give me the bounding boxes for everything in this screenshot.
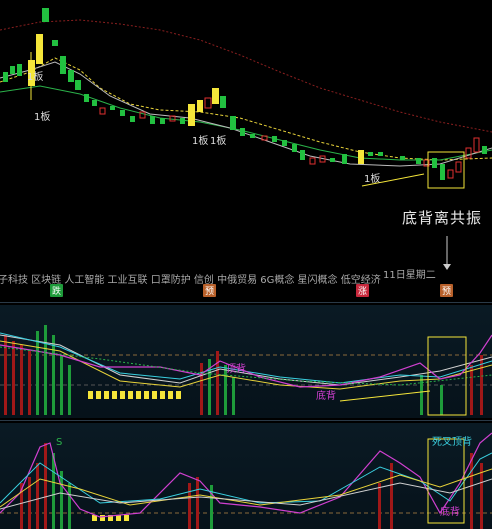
candles <box>3 8 487 180</box>
board-label: 1板 <box>27 72 44 83</box>
highlight-box-ind1 <box>427 336 467 416</box>
main-chart-panel[interactable]: 1板 1板 1板 1板 1板 底背离共振 子科技 区块链 人工智能 工业互联 口… <box>0 0 492 300</box>
down-arrow-head <box>443 264 451 270</box>
bottom-divergence-label: 底背 <box>316 391 336 402</box>
board-label: 1板 <box>34 112 51 123</box>
signal-s-label: S <box>56 437 63 448</box>
yellow-signal-bars <box>88 391 181 399</box>
signal-badge: 涨 <box>356 284 370 297</box>
indicator-2-chart <box>0 432 492 529</box>
ma-green-line <box>0 85 492 161</box>
signal-badge: 跌 <box>50 284 64 297</box>
signal-badge: 预 <box>203 284 217 297</box>
date-label: 11日星期二 <box>383 270 436 281</box>
board-label: 1板 <box>210 136 227 147</box>
top-divergence-label: 顶背 <box>226 364 246 375</box>
board-label: 1板 <box>192 136 209 147</box>
board-label: 1板 <box>364 174 381 185</box>
candlestick-chart[interactable] <box>0 0 492 300</box>
annotation-text: 底背离共振 <box>402 209 483 227</box>
indicator-1-chart <box>0 325 492 416</box>
panel-divider <box>0 420 492 421</box>
death-cross-top-label: 死叉顶背 <box>432 437 472 448</box>
signal-badge: 预 <box>440 284 454 297</box>
bottom-divergence-label-2: 底背 <box>440 507 460 518</box>
highlight-box-main <box>427 151 465 189</box>
indicator-panel-1[interactable]: 顶背 底背 <box>0 305 492 418</box>
panel-divider <box>0 302 492 303</box>
indicator-panel-2[interactable]: S 死叉顶背 底背 <box>0 423 492 529</box>
